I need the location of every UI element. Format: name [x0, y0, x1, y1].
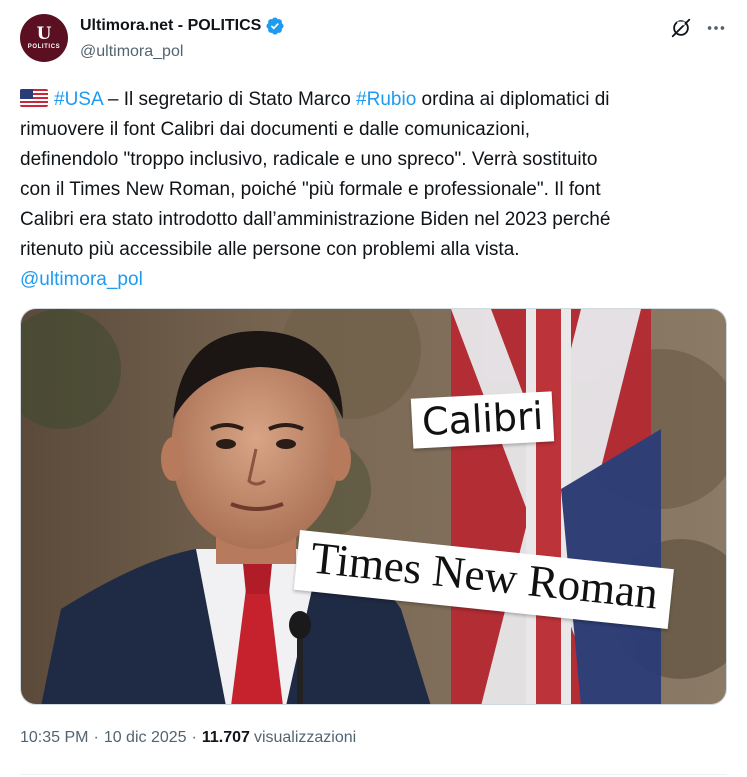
hashtag-usa[interactable]: #USA	[54, 89, 103, 110]
display-name[interactable]: Ultimora.net - POLITICS	[80, 17, 261, 35]
avatar-mark: U	[36, 24, 52, 44]
more-icon[interactable]	[704, 17, 728, 39]
tweet-time[interactable]: 10:35 PM	[20, 729, 88, 747]
avatar-sub: POLITICS	[27, 44, 61, 50]
avatar[interactable]: U POLITICS	[20, 14, 68, 62]
tweet-date[interactable]: 10 dic 2025	[104, 729, 187, 747]
tweet-line-4: con il Times New Roman, poiché "più form…	[20, 179, 601, 200]
tweet-media-image[interactable]	[20, 308, 727, 705]
views-label: visualizzazioni	[253, 729, 357, 746]
tweet-line-1: #USA – Il segretario di Stato Marco #Rub…	[20, 85, 720, 115]
divider	[20, 774, 727, 775]
tweet-meta: 10:35 PM · 10 dic 2025 · 11.707 visualiz…	[20, 729, 356, 747]
tweet-line-3: definendolo "troppo inclusivo, radicale …	[20, 149, 598, 170]
media-photo	[21, 309, 726, 704]
us-flag-icon	[20, 89, 48, 107]
meta-separator: ·	[191, 729, 197, 746]
tweet-line-2: rimuovere il font Calibri dai documenti …	[20, 119, 531, 140]
tweet-card: U POLITICS Ultimora.net - POLITICS @ulti…	[0, 0, 747, 777]
verified-badge-icon	[266, 17, 284, 35]
meta-separator: ·	[93, 729, 99, 746]
tweet-text-segment: ordina ai diplomatici di	[416, 89, 610, 110]
tweet-line-6: ritenuto più accessibile alle persone co…	[20, 239, 520, 260]
views-count: 11.707	[201, 729, 250, 746]
tweet-text: #USA – Il segretario di Stato Marco #Rub…	[20, 85, 720, 295]
mention-link[interactable]: @ultimora_pol	[20, 269, 143, 290]
tweet-text-segment: – Il segretario di Stato Marco	[102, 89, 357, 110]
author-name-row: Ultimora.net - POLITICS	[80, 16, 285, 36]
author-handle[interactable]: @ultimora_pol	[80, 43, 183, 61]
hashtag-rubio[interactable]: #Rubio	[356, 89, 416, 110]
tweet-line-5: Calibri era stato introdotto dall’ammini…	[20, 209, 611, 230]
calibri-label: Calibri	[410, 391, 555, 449]
grok-icon[interactable]	[670, 17, 692, 39]
